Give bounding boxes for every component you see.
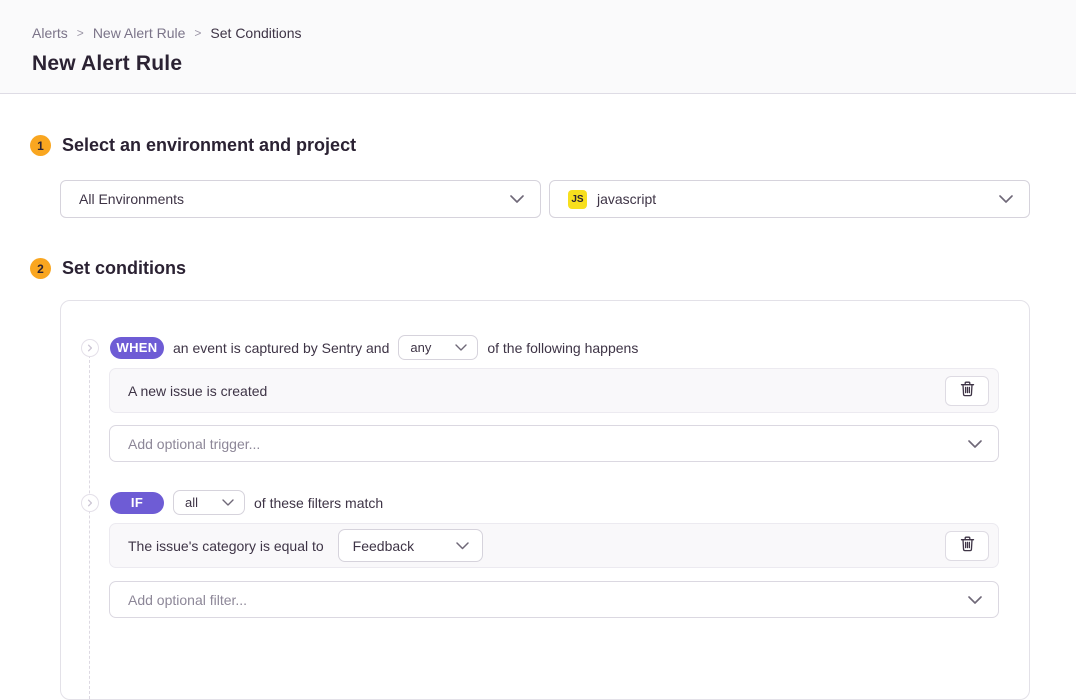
when-match-select[interactable]: any bbox=[398, 335, 478, 360]
chevron-down-icon bbox=[455, 344, 467, 351]
when-badge: WHEN bbox=[110, 337, 164, 359]
chevron-down-icon bbox=[999, 195, 1013, 203]
environment-project-row: All Environments JS javascript bbox=[60, 180, 1030, 218]
chevron-down-icon bbox=[968, 440, 982, 448]
environment-select[interactable]: All Environments bbox=[60, 180, 541, 218]
breadcrumb-set-conditions: Set Conditions bbox=[210, 25, 301, 41]
trigger-rule-label: A new issue is created bbox=[128, 383, 267, 399]
filter-category-value: Feedback bbox=[353, 538, 414, 554]
if-badge: IF bbox=[110, 492, 164, 514]
add-optional-trigger-select[interactable]: Add optional trigger... bbox=[109, 425, 999, 462]
project-select-value: javascript bbox=[597, 191, 656, 207]
chevron-down-icon bbox=[510, 195, 524, 203]
add-filter-placeholder: Add optional filter... bbox=[128, 592, 247, 608]
step-number-badge: 1 bbox=[30, 135, 51, 156]
add-trigger-placeholder: Add optional trigger... bbox=[128, 436, 260, 452]
section-environment-header: 1 Select an environment and project bbox=[30, 135, 1030, 156]
filter-rule-label: The issue's category is equal to bbox=[128, 538, 324, 554]
breadcrumb-separator-icon: > bbox=[77, 26, 84, 40]
circle-chevron-icon bbox=[81, 494, 99, 512]
section-conditions-title: Set conditions bbox=[62, 258, 186, 279]
breadcrumb-separator-icon: > bbox=[194, 26, 201, 40]
step-number-badge: 2 bbox=[30, 258, 51, 279]
javascript-platform-icon: JS bbox=[568, 190, 587, 209]
when-match-value: any bbox=[410, 340, 431, 355]
environment-select-value: All Environments bbox=[79, 191, 184, 207]
trigger-rule-row: A new issue is created bbox=[109, 368, 999, 413]
trash-icon bbox=[960, 536, 975, 555]
trash-icon bbox=[960, 381, 975, 400]
conditions-panel: WHEN an event is captured by Sentry and … bbox=[60, 300, 1030, 700]
chevron-down-icon bbox=[222, 499, 234, 506]
if-match-value: all bbox=[185, 495, 198, 510]
delete-trigger-button[interactable] bbox=[945, 376, 989, 406]
chevron-down-icon bbox=[968, 596, 982, 604]
if-text-after: of these filters match bbox=[254, 495, 383, 511]
filter-rule-row: The issue's category is equal to Feedbac… bbox=[109, 523, 999, 568]
main-content: 1 Select an environment and project All … bbox=[0, 135, 1076, 700]
when-text-after: of the following happens bbox=[487, 340, 638, 356]
section-environment-title: Select an environment and project bbox=[62, 135, 356, 156]
delete-filter-button[interactable] bbox=[945, 531, 989, 561]
project-select[interactable]: JS javascript bbox=[549, 180, 1030, 218]
breadcrumb-alerts[interactable]: Alerts bbox=[32, 25, 68, 41]
add-optional-filter-select[interactable]: Add optional filter... bbox=[109, 581, 999, 618]
section-conditions-header: 2 Set conditions bbox=[30, 258, 1030, 279]
filter-category-select[interactable]: Feedback bbox=[338, 529, 483, 562]
if-condition-line: IF all of these filters match bbox=[61, 490, 1029, 515]
page-header: Alerts > New Alert Rule > Set Conditions… bbox=[0, 0, 1076, 94]
chevron-down-icon bbox=[456, 542, 469, 550]
when-condition-line: WHEN an event is captured by Sentry and … bbox=[61, 301, 1029, 360]
if-match-select[interactable]: all bbox=[173, 490, 245, 515]
circle-chevron-icon bbox=[81, 339, 99, 357]
breadcrumb-new-alert-rule[interactable]: New Alert Rule bbox=[93, 25, 186, 41]
step-connector-line bbox=[89, 345, 90, 700]
page-title: New Alert Rule bbox=[32, 52, 1044, 76]
when-text-before: an event is captured by Sentry and bbox=[173, 340, 389, 356]
breadcrumb: Alerts > New Alert Rule > Set Conditions bbox=[32, 25, 1044, 41]
